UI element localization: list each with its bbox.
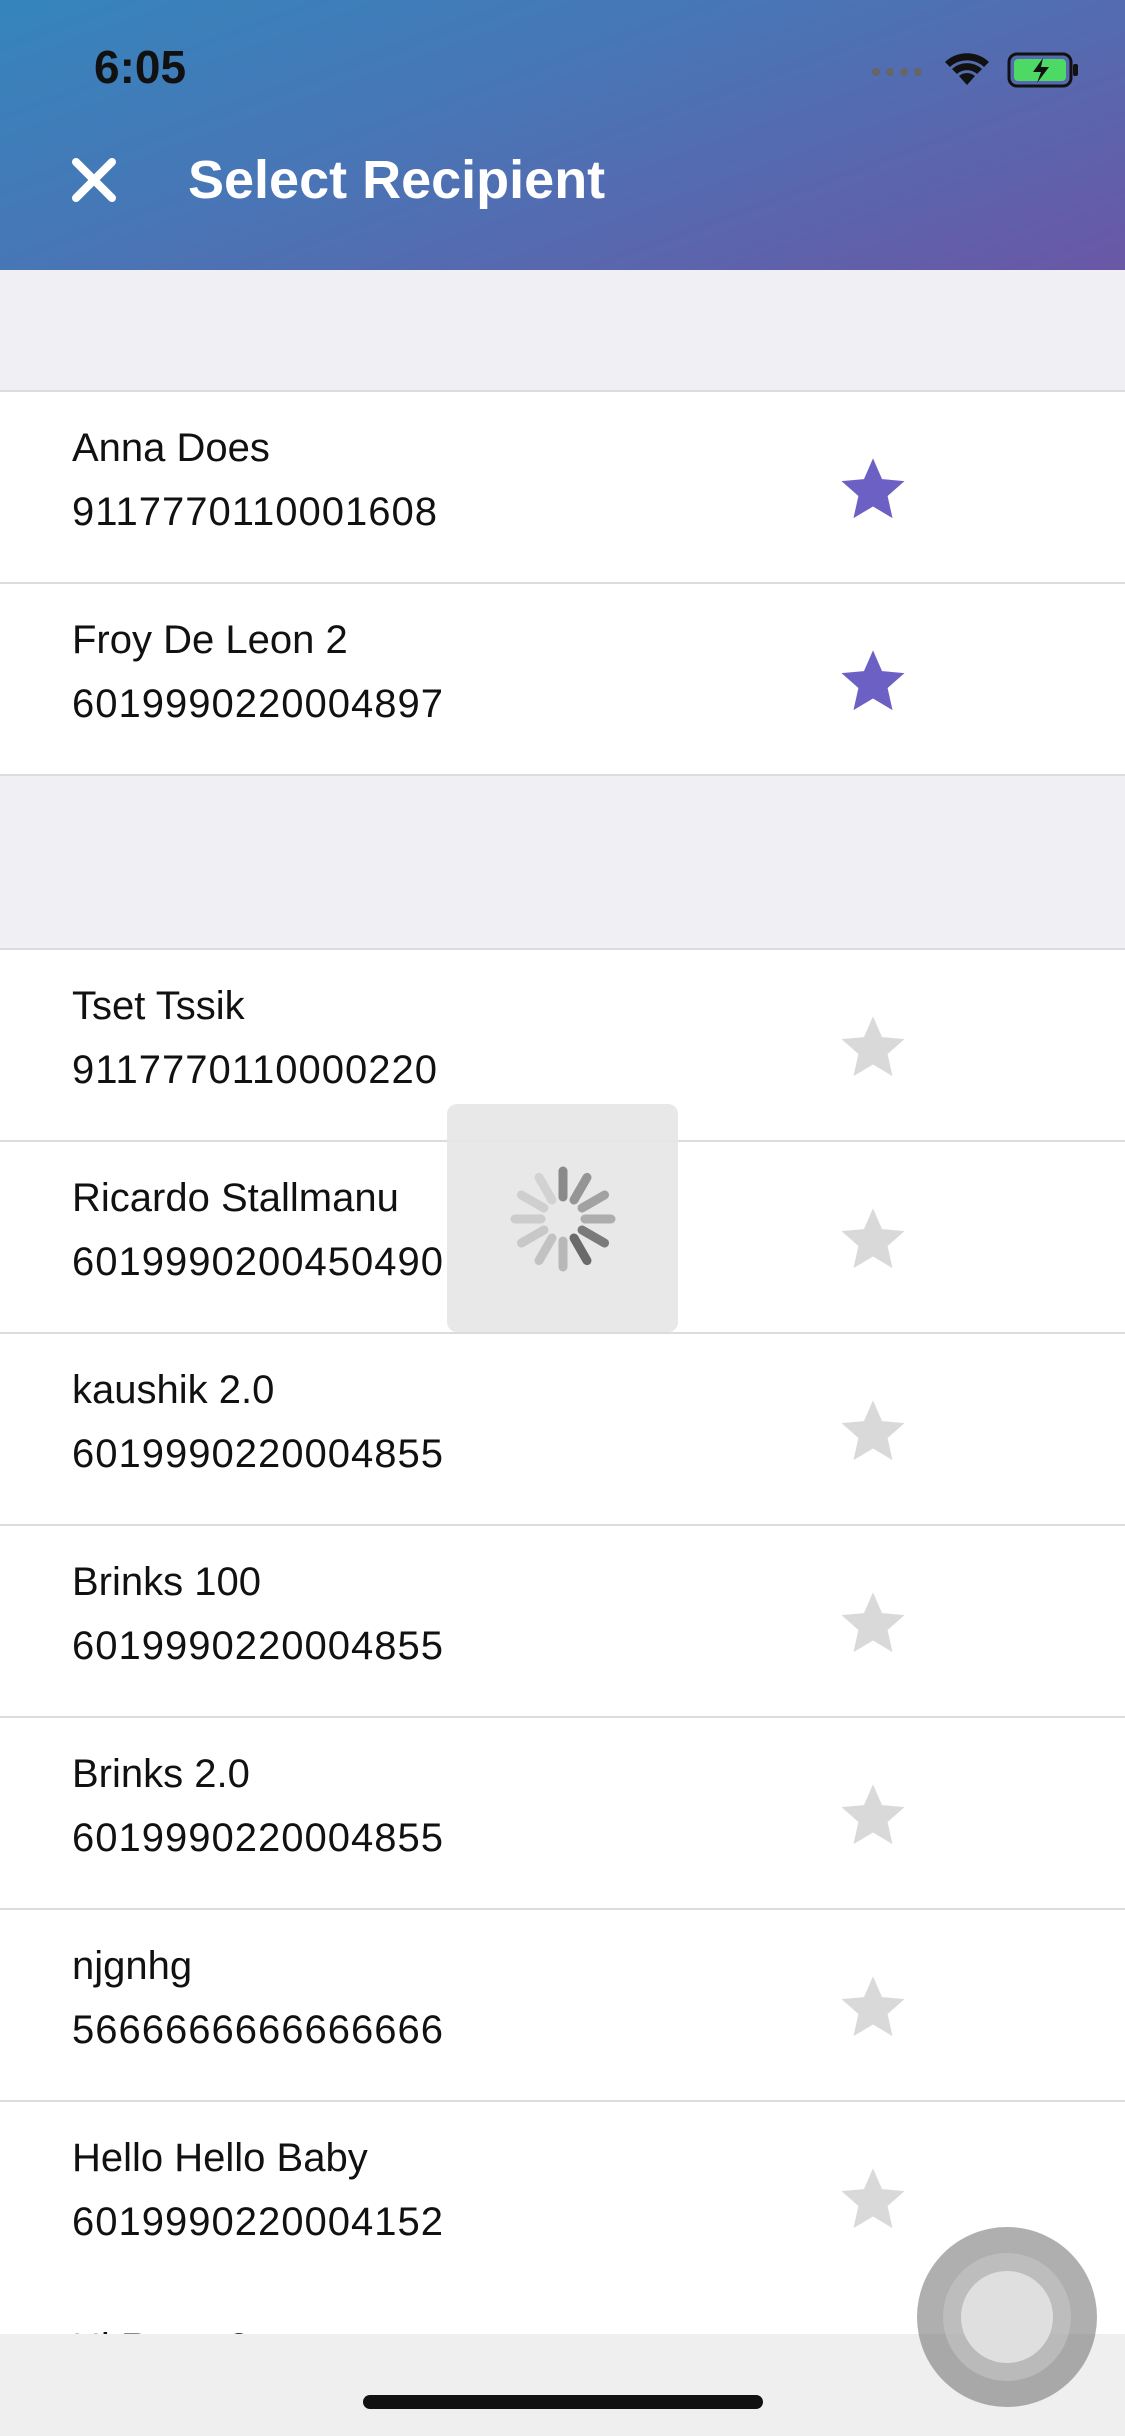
close-icon bbox=[72, 158, 116, 202]
recipient-name: Anna Does bbox=[72, 426, 270, 470]
home-indicator[interactable] bbox=[363, 2395, 763, 2409]
list-item[interactable]: Brinks 2.0 6019990220004855 bbox=[0, 1718, 1125, 1910]
recipient-number: 5666666666666666 bbox=[72, 2008, 444, 2052]
close-button[interactable] bbox=[62, 148, 126, 212]
recipient-number: 6019990220004855 bbox=[72, 1816, 444, 1860]
favorites-list: Anna Does 9117770110001608 Froy De Leon … bbox=[0, 392, 1125, 776]
spinner-icon bbox=[510, 1166, 616, 1272]
favorites-section-header bbox=[0, 270, 1125, 392]
star-outline-icon[interactable] bbox=[838, 1972, 908, 2042]
recipients-section-header bbox=[0, 776, 1125, 950]
status-time: 6:05 bbox=[94, 41, 187, 93]
recipient-name: Tset Tssik bbox=[72, 984, 245, 1028]
list-item[interactable]: Anna Does 9117770110001608 bbox=[0, 392, 1125, 584]
list-item[interactable]: Froy De Leon 2 6019990220004897 bbox=[0, 584, 1125, 776]
recipient-number: 6019990200450490 bbox=[72, 1240, 444, 1284]
list-item[interactable]: Brinks 100 6019990220004855 bbox=[0, 1526, 1125, 1718]
recipient-number: 9117770110000220 bbox=[72, 1048, 438, 1092]
star-filled-icon[interactable] bbox=[838, 646, 908, 716]
page-title: Select Recipient bbox=[188, 150, 606, 210]
app-header: 6:05 Select Recipient bbox=[0, 0, 1125, 270]
star-filled-icon[interactable] bbox=[838, 454, 908, 524]
recipient-number: 6019990220004897 bbox=[72, 682, 444, 726]
list-item[interactable]: kaushik 2.0 6019990220004855 bbox=[0, 1334, 1125, 1526]
recipient-number: 6019990220004855 bbox=[72, 1624, 444, 1668]
recipient-name: Ricardo Stallmanu bbox=[72, 1176, 399, 1220]
loading-indicator bbox=[447, 1104, 678, 1332]
recipient-number: 9117770110001608 bbox=[72, 490, 438, 534]
status-icons bbox=[871, 50, 1081, 90]
recipient-name: njgnhg bbox=[72, 1944, 193, 1988]
recipient-name: Froy De Leon 2 bbox=[72, 618, 348, 662]
assistive-touch-button[interactable] bbox=[917, 2227, 1097, 2407]
assistive-touch-center bbox=[961, 2271, 1053, 2363]
signal-icon bbox=[872, 68, 922, 76]
star-outline-icon[interactable] bbox=[838, 1012, 908, 1082]
star-outline-icon[interactable] bbox=[838, 2164, 908, 2234]
wifi-icon bbox=[945, 53, 989, 85]
recipient-number: 6019990220004855 bbox=[72, 1432, 444, 1476]
recipient-number: 6019990220004152 bbox=[72, 2200, 444, 2244]
recipient-name: kaushik 2.0 bbox=[72, 1368, 275, 1412]
star-outline-icon[interactable] bbox=[838, 1588, 908, 1658]
battery-charging-icon bbox=[1007, 52, 1078, 88]
star-outline-icon[interactable] bbox=[838, 1204, 908, 1274]
list-item[interactable]: njgnhg 5666666666666666 bbox=[0, 1910, 1125, 2102]
star-outline-icon[interactable] bbox=[838, 1396, 908, 1466]
recipient-name: Hello Hello Baby bbox=[72, 2136, 368, 2180]
star-outline-icon[interactable] bbox=[838, 1780, 908, 1850]
recipient-name: Hi Rona 2 bbox=[72, 2322, 250, 2334]
recipient-name: Brinks 100 bbox=[72, 1560, 261, 1604]
recipient-name: Brinks 2.0 bbox=[72, 1752, 250, 1796]
